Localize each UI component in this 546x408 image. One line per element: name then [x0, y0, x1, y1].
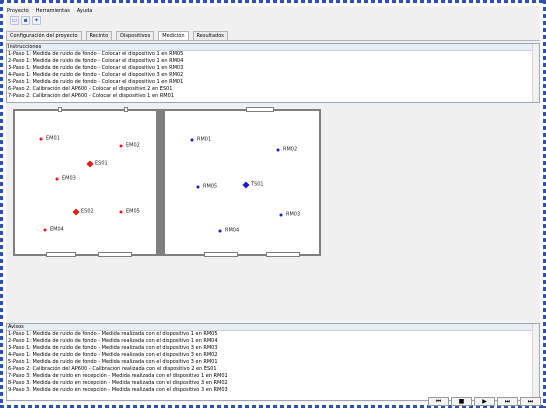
- door: [266, 252, 300, 257]
- first-button[interactable]: ⏮: [428, 397, 449, 406]
- instruction-row[interactable]: 5-Paso 1: Medida de ruido de fondo - Col…: [7, 79, 539, 86]
- tab-strip: Configuración del proyecto Recinto Dispo…: [6, 31, 228, 41]
- wall: [161, 109, 165, 256]
- notice-row[interactable]: 8-Paso 3: Medida de ruido en recepción -…: [7, 380, 539, 387]
- door: [246, 107, 274, 112]
- point-label: EM01: [46, 135, 60, 142]
- point-label: EM03: [62, 175, 76, 182]
- toolbar: ▭ ▪ ✦: [10, 16, 41, 26]
- instructions-scrollbar[interactable]: [532, 44, 539, 102]
- tab-configuracion[interactable]: Configuración del proyecto: [6, 31, 82, 40]
- point-label: EM04: [50, 226, 64, 233]
- save-icon[interactable]: ▪: [21, 16, 30, 25]
- play-button[interactable]: ▶: [474, 397, 495, 406]
- point-label: TS01: [251, 181, 264, 188]
- point-rm05[interactable]: [196, 185, 200, 189]
- wall: [319, 109, 321, 256]
- notices-scrollbar[interactable]: [532, 324, 539, 400]
- last-button[interactable]: ⏭: [520, 397, 541, 406]
- instruction-row[interactable]: 2-Paso 1: Medida de ruido de fondo - Col…: [7, 58, 539, 65]
- menu-ayuda[interactable]: Ayuda: [77, 7, 92, 15]
- notice-row[interactable]: 4-Paso 1: Medida de ruido de fondo - Med…: [7, 352, 539, 359]
- notice-row[interactable]: 6-Paso 2: Calibración del AP600 - Calibr…: [7, 366, 539, 373]
- notice-row[interactable]: 9-Paso 3: Medida de ruido en recepción -…: [7, 387, 539, 394]
- stop-button[interactable]: ■: [451, 397, 472, 406]
- window-border-left: [0, 0, 3, 408]
- room-emission: [14, 110, 160, 254]
- door: [46, 252, 76, 257]
- door: [204, 252, 238, 257]
- point-label: RM01: [197, 136, 212, 143]
- room-reception: [165, 110, 321, 254]
- point-label: RM04: [225, 227, 240, 234]
- instruction-row[interactable]: 1-Paso 1: Medida de ruido de fondo - Col…: [7, 51, 539, 58]
- door: [98, 252, 132, 257]
- wall: [13, 254, 161, 256]
- door: [58, 107, 62, 112]
- new-file-icon[interactable]: ▭: [10, 16, 19, 25]
- point-label: RM03: [286, 211, 301, 218]
- tab-dispositivos[interactable]: Dispositivos: [116, 31, 155, 40]
- notice-row[interactable]: 1-Paso 1: Medida de ruido de fondo - Med…: [7, 331, 539, 338]
- notice-row[interactable]: 7-Paso 3: Medida de ruido en recepción -…: [7, 373, 539, 380]
- point-rm04[interactable]: [218, 229, 222, 233]
- instruction-row[interactable]: 4-Paso 1: Medida de ruido de fondo - Col…: [7, 72, 539, 79]
- instruction-row[interactable]: 6-Paso 2: Calibración del AP600 - Coloca…: [7, 86, 539, 93]
- point-em03[interactable]: [55, 177, 59, 181]
- tab-recinto[interactable]: Recinto: [85, 31, 113, 40]
- point-em02[interactable]: [119, 144, 123, 148]
- wall: [13, 109, 161, 111]
- settings-glyph: ✦: [33, 17, 40, 24]
- point-em01[interactable]: [39, 137, 43, 141]
- notice-row[interactable]: 5-Paso 1: Medida de ruido de fondo - Med…: [7, 359, 539, 366]
- settings-icon[interactable]: ✦: [32, 16, 41, 25]
- new-file-glyph: ▭: [11, 17, 18, 24]
- point-label: EM05: [126, 208, 140, 215]
- app-window: Proyecto Herramientas Ayuda ▭ ▪ ✦ Config…: [6, 6, 541, 406]
- tab-resultados[interactable]: Resultados: [192, 31, 228, 40]
- point-em05[interactable]: [119, 210, 123, 214]
- menu-bar: Proyecto Herramientas Ayuda: [6, 7, 92, 15]
- point-rm02[interactable]: [276, 148, 280, 152]
- window-border-top: [0, 0, 546, 3]
- point-label: ES02: [81, 208, 94, 215]
- save-glyph: ▪: [23, 17, 28, 24]
- point-label: RM02: [283, 146, 298, 153]
- instructions-panel: Instrucciones 1-Paso 1: Medida de ruido …: [6, 43, 540, 103]
- point-label: EM02: [126, 142, 140, 149]
- point-em04[interactable]: [43, 228, 47, 232]
- notice-row[interactable]: 2-Paso 1: Medida de ruido de fondo - Med…: [7, 338, 539, 345]
- measurement-controls: ⏮ ■ ▶ ⏭ ⏭: [428, 397, 541, 407]
- point-rm03[interactable]: [279, 213, 283, 217]
- instructions-title: Instrucciones: [7, 44, 539, 51]
- instruction-row[interactable]: 7-Paso 2: Calibración del AP600 - Coloca…: [7, 93, 539, 100]
- menu-herramientas[interactable]: Herramientas: [36, 7, 70, 15]
- point-label: ES01: [95, 160, 108, 167]
- door: [124, 107, 128, 112]
- notices-panel: Avisos 1-Paso 1: Medida de ruido de fond…: [6, 323, 540, 401]
- wall: [161, 109, 321, 111]
- next-button[interactable]: ⏭: [497, 397, 518, 406]
- notices-title: Avisos: [7, 324, 539, 331]
- wall: [13, 109, 15, 256]
- point-label: RM05: [203, 183, 218, 190]
- floorplan-canvas: EM01 EM02 ES01 EM03 ES02 EM05 EM04 RM01 …: [6, 104, 540, 318]
- instruction-row[interactable]: 3-Paso 1: Medida de ruido de fondo - Col…: [7, 65, 539, 72]
- tab-divider: [6, 40, 540, 41]
- menu-proyecto[interactable]: Proyecto: [7, 7, 29, 15]
- point-rm01[interactable]: [190, 138, 194, 142]
- notice-row[interactable]: 3-Paso 1: Medida de ruido de fondo - Med…: [7, 345, 539, 352]
